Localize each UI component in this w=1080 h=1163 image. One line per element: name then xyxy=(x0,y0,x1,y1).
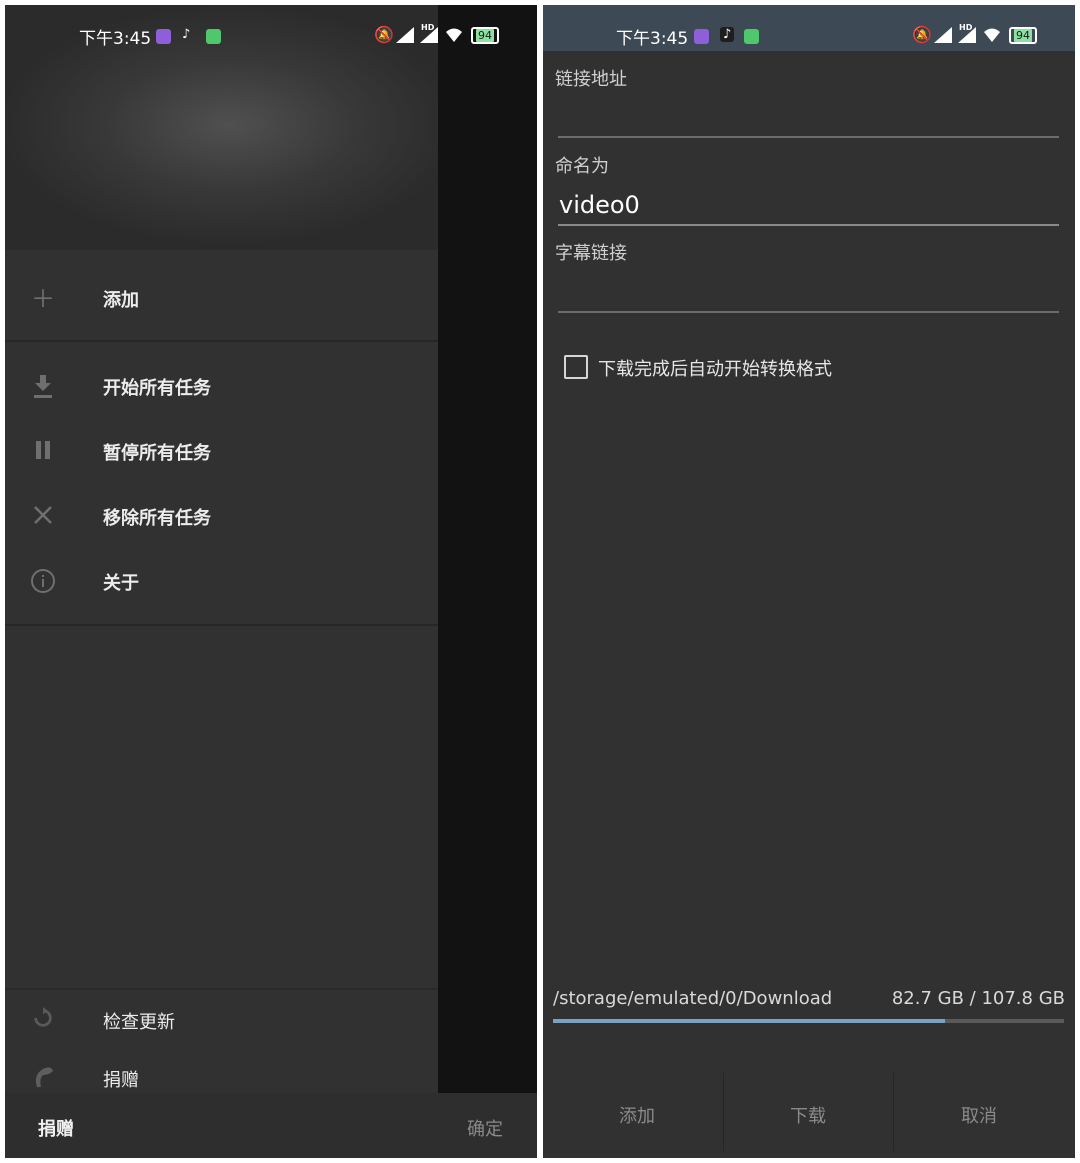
app-notification-icon xyxy=(156,29,171,44)
battery-icon: 94 xyxy=(471,27,499,44)
wifi-icon xyxy=(446,28,462,42)
storage-progress-fill xyxy=(553,1019,945,1023)
wifi-icon xyxy=(984,28,1000,42)
close-icon xyxy=(29,503,57,531)
status-bar: 下午3:45 ♪ 🔕 HD 94 xyxy=(5,5,537,51)
name-input[interactable]: video0 xyxy=(559,191,640,219)
name-label: 命名为 xyxy=(555,156,609,177)
right-screen: 下午3:45 ♪ 🔕 HD 94 链接地址 命名为 video0 字幕链接 下载… xyxy=(543,5,1075,1158)
drawer-item-check-update[interactable]: 检查更新 xyxy=(5,990,438,1050)
wechat-notification-icon xyxy=(206,29,221,44)
drawer-item-label: 捐赠 xyxy=(103,1070,139,1091)
cancel-button[interactable]: 取消 xyxy=(961,1102,997,1128)
name-input-underline xyxy=(558,224,1059,226)
url-input[interactable] xyxy=(558,136,1059,138)
pause-icon xyxy=(29,438,57,466)
confirm-button[interactable]: 确定 xyxy=(467,1115,503,1141)
drawer-item-start-all[interactable]: 开始所有任务 xyxy=(5,356,438,416)
drawer-item-label: 关于 xyxy=(103,573,139,594)
plus-icon: ＋ xyxy=(31,285,55,313)
storage-usage: 82.7 GB / 107.8 GB xyxy=(891,988,1065,1009)
left-screen: 下午3:45 ♪ 🔕 HD 94 ＋ 添加 开始所有任务 暂停所有任务 移除所有… xyxy=(5,5,537,1158)
drawer-scrim[interactable] xyxy=(438,5,537,1093)
storage-path: /storage/emulated/0/Download xyxy=(553,988,833,1009)
tiktok-icon: ♪ xyxy=(182,27,191,42)
add-button[interactable]: 添加 xyxy=(619,1102,655,1128)
signal-icon xyxy=(934,27,952,43)
auto-convert-checkbox[interactable] xyxy=(564,355,588,379)
mute-bell-icon: 🔕 xyxy=(374,25,394,44)
donate-icon xyxy=(29,1065,57,1093)
drawer-item-label: 检查更新 xyxy=(103,1012,175,1033)
app-notification-icon xyxy=(694,29,709,44)
mute-bell-icon: 🔕 xyxy=(912,25,932,44)
signal-icon xyxy=(396,27,414,43)
drawer-divider xyxy=(5,624,438,626)
auto-convert-label: 下载完成后自动开始转换格式 xyxy=(598,359,832,380)
drawer-item-label: 开始所有任务 xyxy=(103,378,211,399)
drawer-item-remove-all[interactable]: 移除所有任务 xyxy=(5,486,438,546)
url-label: 链接地址 xyxy=(555,69,627,90)
download-icon xyxy=(29,373,57,401)
tiktok-icon: ♪ xyxy=(720,27,735,42)
navigation-drawer: ＋ 添加 开始所有任务 暂停所有任务 移除所有任务 关于 检查更新 捐赠 xyxy=(5,250,438,1093)
refresh-icon xyxy=(29,1007,57,1035)
download-button[interactable]: 下载 xyxy=(790,1102,826,1128)
info-icon xyxy=(29,568,57,596)
wechat-notification-icon xyxy=(744,29,759,44)
button-divider xyxy=(893,1073,894,1151)
drawer-item-label: 暂停所有任务 xyxy=(103,443,211,464)
subtitle-label: 字幕链接 xyxy=(555,243,627,264)
status-time: 下午3:45 xyxy=(616,29,689,49)
drawer-item-pause-all[interactable]: 暂停所有任务 xyxy=(5,421,438,481)
hd-badge: HD xyxy=(421,23,435,32)
button-divider xyxy=(723,1073,724,1151)
drawer-item-label: 添加 xyxy=(103,290,139,311)
subtitle-input[interactable] xyxy=(558,311,1059,313)
status-bar: 下午3:45 ♪ 🔕 HD 94 xyxy=(543,5,1075,51)
dialog-button-bar: 捐赠 确定 xyxy=(5,1093,537,1158)
donate-button[interactable]: 捐赠 xyxy=(38,1115,74,1141)
storage-progress-bar xyxy=(553,1019,1064,1023)
drawer-item-label: 移除所有任务 xyxy=(103,508,211,529)
battery-icon: 94 xyxy=(1009,27,1037,44)
drawer-item-about[interactable]: 关于 xyxy=(5,551,438,611)
drawer-divider xyxy=(5,340,438,342)
status-time: 下午3:45 xyxy=(79,29,152,49)
hd-badge: HD xyxy=(959,23,973,32)
drawer-item-add[interactable]: ＋ 添加 xyxy=(5,268,438,328)
